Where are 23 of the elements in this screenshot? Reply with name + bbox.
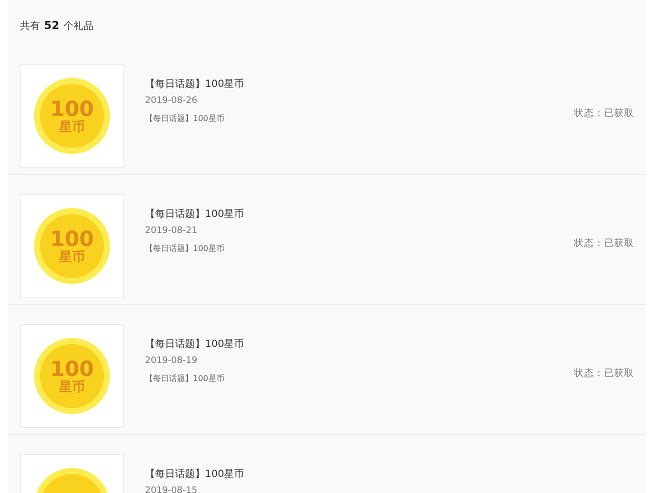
gift-status: 状态：已获取 bbox=[574, 366, 634, 380]
gift-description: 【每日话题】100星币 bbox=[145, 114, 226, 124]
gift-count-label: 个礼品 bbox=[63, 20, 94, 33]
gift-title: 【每日话题】100星币 bbox=[145, 469, 246, 481]
gift-description: 【每日话题】100星币 bbox=[145, 374, 226, 384]
coin-unit: 星币 bbox=[59, 380, 85, 394]
gift-count: 52 bbox=[44, 19, 60, 32]
gift-count-label: 共有 bbox=[20, 20, 40, 33]
coin-unit: 星币 bbox=[59, 250, 85, 264]
gift-status: 状态：已获取 bbox=[574, 106, 634, 120]
gift-date: 2019-08-15 bbox=[145, 486, 198, 493]
gift-date: 2019-08-19 bbox=[145, 356, 198, 367]
coin-value: 100 bbox=[50, 98, 94, 120]
gift-date: 2019-08-26 bbox=[145, 96, 198, 107]
coin-value: 100 bbox=[50, 228, 94, 250]
gift-title: 【每日话题】100星币 bbox=[145, 339, 246, 351]
gift-date: 2019-08-21 bbox=[145, 226, 198, 237]
gift-status: 状态：已获取 bbox=[574, 236, 634, 250]
coin-unit: 星币 bbox=[59, 120, 85, 134]
gift-title: 【每日话题】100星币 bbox=[145, 209, 246, 221]
coin-value: 100 bbox=[50, 358, 94, 380]
gift-description: 【每日话题】100星币 bbox=[145, 244, 226, 254]
gift-title: 【每日话题】100星币 bbox=[145, 79, 246, 91]
